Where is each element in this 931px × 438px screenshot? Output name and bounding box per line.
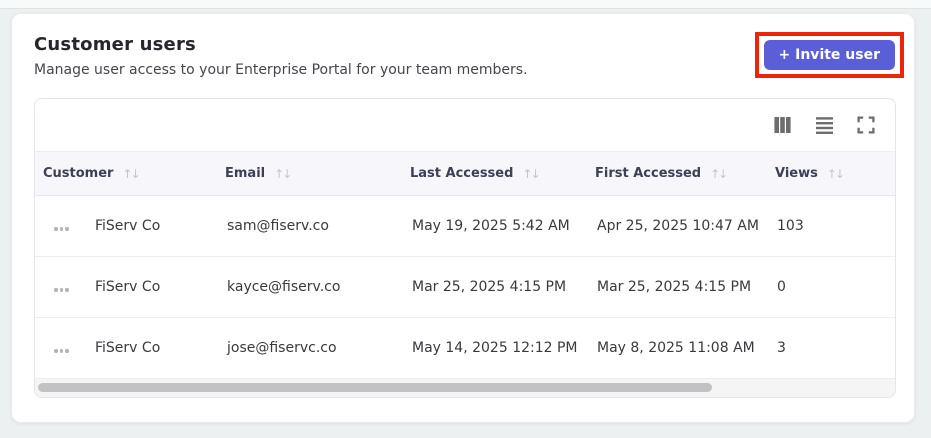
table-row: FiServ Co sam@fiserv.co May 19, 2025 5:4… <box>35 196 895 257</box>
customer-name: FiServ Co <box>95 340 161 356</box>
cell-views: 103 <box>777 218 804 234</box>
users-table-panel: Customer ↑↓ Email ↑↓ Last Accessed ↑↓ Fi… <box>34 98 896 398</box>
table-toolbar <box>35 99 895 151</box>
cell-email: sam@fiserv.co <box>227 218 329 234</box>
column-header-last-accessed[interactable]: Last Accessed ↑↓ <box>402 166 587 181</box>
density-list-button[interactable] <box>813 114 835 136</box>
cell-views: 3 <box>777 340 786 356</box>
cell-last-accessed: May 14, 2025 12:12 PM <box>412 340 578 356</box>
ellipsis-icon <box>54 288 69 292</box>
card-header-text: Customer users Manage user access to you… <box>34 34 528 78</box>
column-header-customer[interactable]: Customer ↑↓ <box>35 166 217 181</box>
card-header: Customer users Manage user access to you… <box>34 32 904 78</box>
cell-customer: FiServ Co <box>35 279 217 295</box>
ellipsis-icon <box>54 349 69 353</box>
page-title: Customer users <box>34 34 196 55</box>
customer-users-card: Customer users Manage user access to you… <box>11 13 915 423</box>
sort-icon[interactable]: ↑↓ <box>122 167 140 181</box>
invite-user-highlight: + Invite user <box>754 32 904 78</box>
column-label: Customer <box>43 166 114 181</box>
horizontal-scrollbar[interactable] <box>35 379 895 397</box>
columns-icon <box>772 115 793 135</box>
page-subtitle: Manage user access to your Enterprise Po… <box>34 62 528 78</box>
cell-email: kayce@fiserv.co <box>227 279 341 295</box>
cell-first-accessed: May 8, 2025 11:08 AM <box>597 340 755 356</box>
column-label: Email <box>225 166 266 181</box>
column-label: Views <box>775 166 818 181</box>
cell-first-accessed: Apr 25, 2025 10:47 AM <box>597 218 759 234</box>
column-label: Last Accessed <box>410 166 514 181</box>
table-row: FiServ Co kayce@fiserv.co Mar 25, 2025 4… <box>35 257 895 318</box>
cell-views: 0 <box>777 279 786 295</box>
fullscreen-button[interactable] <box>855 114 877 136</box>
column-label: First Accessed <box>595 166 702 181</box>
columns-view-button[interactable] <box>771 114 793 136</box>
row-menu-button[interactable] <box>48 219 75 234</box>
row-menu-button[interactable] <box>48 280 75 295</box>
row-menu-button[interactable] <box>48 341 75 356</box>
cell-first-accessed: Mar 25, 2025 4:15 PM <box>597 279 752 295</box>
column-header-views[interactable]: Views ↑↓ <box>767 166 895 181</box>
invite-user-button[interactable]: + Invite user <box>763 40 895 70</box>
column-header-email[interactable]: Email ↑↓ <box>217 166 402 181</box>
ellipsis-icon <box>54 227 69 231</box>
list-lines-icon <box>815 115 834 135</box>
cell-email: jose@fiservc.co <box>227 340 337 356</box>
customer-name: FiServ Co <box>95 218 161 234</box>
scrollbar-thumb[interactable] <box>38 383 712 392</box>
sort-icon[interactable]: ↑↓ <box>274 167 292 181</box>
cell-last-accessed: Mar 25, 2025 4:15 PM <box>412 279 567 295</box>
table-row: FiServ Co jose@fiservc.co May 14, 2025 1… <box>35 318 895 379</box>
sort-icon[interactable]: ↑↓ <box>827 167 845 181</box>
cell-customer: FiServ Co <box>35 340 217 356</box>
top-bar <box>0 0 931 9</box>
sort-icon[interactable]: ↑↓ <box>710 167 728 181</box>
sort-icon[interactable]: ↑↓ <box>522 167 540 181</box>
table-header-row: Customer ↑↓ Email ↑↓ Last Accessed ↑↓ Fi… <box>35 151 895 196</box>
cell-customer: FiServ Co <box>35 218 217 234</box>
fullscreen-icon <box>857 116 875 134</box>
cell-last-accessed: May 19, 2025 5:42 AM <box>412 218 570 234</box>
column-header-first-accessed[interactable]: First Accessed ↑↓ <box>587 166 767 181</box>
customer-name: FiServ Co <box>95 279 161 295</box>
